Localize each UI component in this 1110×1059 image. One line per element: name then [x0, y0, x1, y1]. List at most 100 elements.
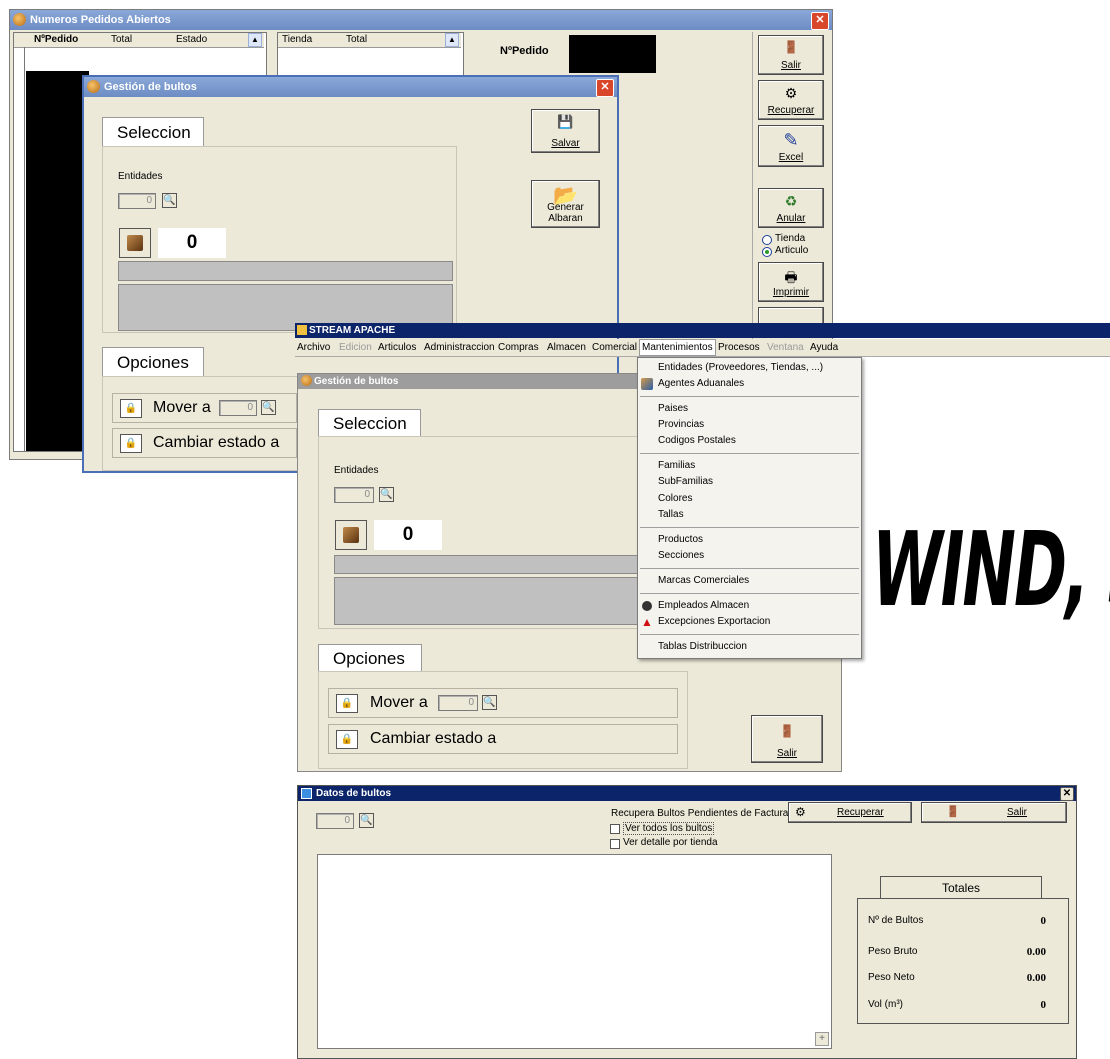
recycle-bin-icon: ♻: [784, 193, 798, 209]
radio-tienda-label: Tienda: [775, 233, 806, 244]
col-total[interactable]: Total: [111, 33, 132, 47]
app-titlebar: STREAM APACHE: [295, 323, 1110, 338]
tab-seleccion[interactable]: Seleccion: [318, 409, 421, 437]
menu-separator: [640, 593, 859, 594]
imprimir-label: Imprimir: [772, 287, 810, 298]
progress-bar: [118, 261, 453, 281]
box-button[interactable]: [335, 520, 367, 550]
row-gutter: [14, 47, 25, 451]
mover-row: 🔒 Mover a 0 🔍: [112, 393, 297, 423]
ver-detalle-checkbox[interactable]: [610, 839, 620, 849]
expand-icon[interactable]: +: [815, 1032, 829, 1046]
menu-item-entidades[interactable]: Entidades (Proveedores, Tiendas, ...): [638, 360, 861, 376]
menu-compras[interactable]: Compras: [498, 339, 539, 356]
menu-item-familias[interactable]: Familias: [638, 458, 861, 474]
peso-bruto-row: Peso Bruto 0.00: [858, 946, 1068, 962]
lock-icon[interactable]: 🔒: [336, 694, 358, 713]
close-button[interactable]: ✕: [596, 79, 614, 97]
search-icon[interactable]: 🔍: [162, 193, 177, 208]
mover-field[interactable]: 0: [438, 695, 478, 711]
mover-field[interactable]: 0: [219, 400, 257, 416]
menu-articulos[interactable]: Articulos: [378, 339, 416, 356]
menu-item-tablas-distribuccion[interactable]: Tablas Distribuccion: [638, 639, 861, 655]
radio-articulo[interactable]: [762, 247, 772, 257]
datos-field[interactable]: 0: [316, 813, 354, 829]
recuperar-button[interactable]: ⚙ Recuperar: [788, 802, 912, 823]
ver-todos-label: Ver todos los bultos: [623, 822, 715, 835]
salir-button[interactable]: 🚪 Salir: [751, 715, 823, 763]
menu-item-subfamilias[interactable]: SubFamilias: [638, 474, 861, 490]
pedidos-title: Numeros Pedidos Abiertos: [30, 14, 171, 26]
col-total[interactable]: Total: [346, 33, 367, 47]
menu-ventana[interactable]: Ventana: [767, 339, 804, 356]
salir-label: Salir: [780, 60, 801, 71]
generar-label: Generar Albaran: [547, 202, 584, 224]
menu-item-codigos-postales[interactable]: Codigos Postales: [638, 433, 861, 449]
box-button[interactable]: [119, 228, 151, 258]
menu-item-paises[interactable]: Paises: [638, 401, 861, 417]
tab-opciones[interactable]: Opciones: [102, 347, 204, 377]
totales-tab: Totales: [880, 876, 1042, 898]
menu-item-tallas[interactable]: Tallas: [638, 507, 861, 523]
menu-item-colores[interactable]: Colores: [638, 491, 861, 507]
search-icon[interactable]: 🔍: [261, 400, 276, 415]
recuperar-button[interactable]: ⚙ Recuperar: [758, 80, 824, 120]
menu-item-excepciones-exportacion[interactable]: ▲ Excepciones Exportacion: [638, 614, 861, 630]
menu-separator: [640, 634, 859, 635]
close-button[interactable]: ✕: [1060, 787, 1074, 801]
menu-item-empleados-almacen[interactable]: Empleados Almacen: [638, 598, 861, 614]
salir-button[interactable]: 🚪 Salir: [758, 35, 824, 75]
col-npedido[interactable]: NºPedido: [34, 33, 78, 47]
entidades-field[interactable]: 0: [334, 487, 374, 503]
lock-icon[interactable]: 🔒: [336, 730, 358, 749]
tab-seleccion[interactable]: Seleccion: [102, 117, 204, 147]
mantenimientos-dropdown: Entidades (Proveedores, Tiendas, ...) Ag…: [637, 357, 862, 659]
tab-opciones[interactable]: Opciones: [318, 644, 422, 672]
scroll-up-icon[interactable]: ▲: [445, 33, 459, 47]
menu-item-secciones[interactable]: Secciones: [638, 548, 861, 564]
menu-item-productos[interactable]: Productos: [638, 532, 861, 548]
scroll-up-icon[interactable]: ▲: [248, 33, 262, 47]
anular-button[interactable]: ♻ Anular: [758, 188, 824, 228]
recupera-label: Recupera Bultos Pendientes de Facturar: [611, 808, 792, 819]
excel-button[interactable]: ✎ Excel: [758, 125, 824, 167]
salir-button[interactable]: 🚪 Salir: [921, 802, 1067, 823]
npedido-display: [569, 35, 656, 73]
volumen-row: Vol (m³) 0: [858, 999, 1068, 1015]
menu-ayuda[interactable]: Ayuda: [810, 339, 838, 356]
search-icon[interactable]: 🔍: [482, 695, 497, 710]
totales-panel: Nº de Bultos 0 Peso Bruto 0.00 Peso Neto…: [857, 898, 1069, 1024]
exit-door-icon: 🚪: [779, 724, 795, 738]
menu-separator: [640, 527, 859, 528]
menu-comercial[interactable]: Comercial: [592, 339, 637, 356]
col-estado[interactable]: Estado: [176, 33, 207, 47]
datos-title: Datos de bultos: [316, 788, 392, 799]
list-header: Tienda Total ▲: [278, 33, 461, 48]
close-button[interactable]: ✕: [811, 12, 829, 30]
col-tienda[interactable]: Tienda: [282, 33, 312, 47]
menu-almacen[interactable]: Almacen: [547, 339, 586, 356]
menu-edicion[interactable]: Edicion: [339, 339, 372, 356]
search-icon[interactable]: 🔍: [379, 487, 394, 502]
salir-label: Salir: [776, 748, 797, 759]
menu-procesos[interactable]: Procesos: [718, 339, 760, 356]
imprimir-button[interactable]: 🖶 Imprimir: [758, 262, 824, 302]
menu-item-agentes-aduanales[interactable]: Agentes Aduanales: [638, 376, 861, 392]
entidades-field[interactable]: 0: [118, 193, 156, 209]
menu-item-marcas-comerciales[interactable]: Marcas Comerciales: [638, 573, 861, 589]
menu-item-provincias[interactable]: Provincias: [638, 417, 861, 433]
menu-separator: [640, 396, 859, 397]
total-bultos-row: Nº de Bultos 0: [858, 915, 1068, 931]
search-icon[interactable]: 🔍: [359, 813, 374, 828]
progress-bar: [334, 555, 674, 574]
lock-icon[interactable]: 🔒: [120, 434, 142, 453]
lock-icon[interactable]: 🔒: [120, 399, 142, 418]
bultos-list[interactable]: +: [317, 854, 832, 1049]
menu-archivo[interactable]: Archivo: [297, 339, 330, 356]
ver-todos-checkbox[interactable]: [610, 824, 620, 834]
radio-tienda[interactable]: [762, 235, 772, 245]
salvar-button[interactable]: 💾 Salvar: [531, 109, 600, 153]
generar-albaran-button[interactable]: 📂 Generar Albaran: [531, 180, 600, 228]
menu-mantenimientos[interactable]: Mantenimientos: [639, 339, 716, 356]
menu-administraccion[interactable]: Administraccion: [424, 339, 495, 356]
